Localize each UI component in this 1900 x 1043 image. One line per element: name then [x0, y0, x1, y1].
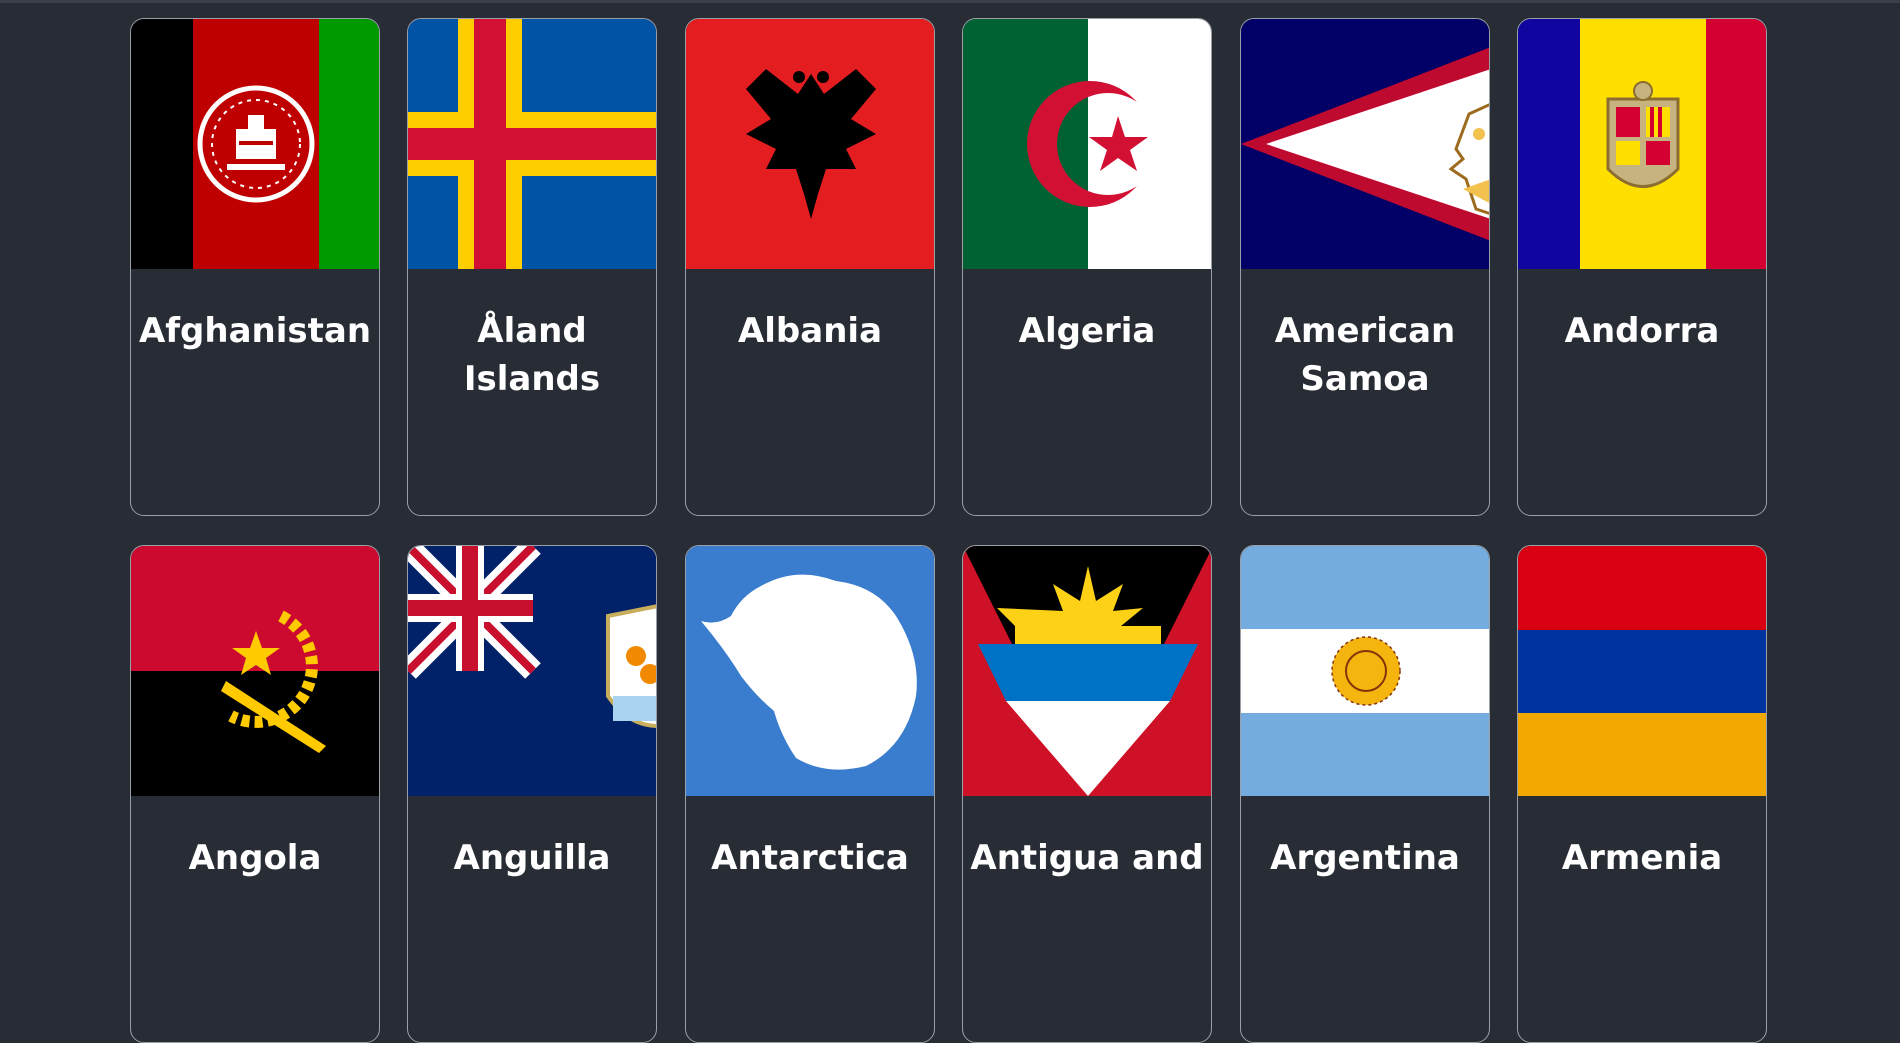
country-card-afghanistan[interactable]: Afghanistan	[130, 18, 380, 516]
country-name: American Samoa	[1274, 311, 1456, 399]
anguilla-flag-icon	[408, 546, 656, 796]
country-name: Albania	[737, 311, 883, 351]
andorra-flag-icon	[1518, 19, 1766, 269]
country-name: Algeria	[1018, 311, 1156, 351]
antarctica-flag-icon	[686, 546, 934, 796]
american-samoa-flag-icon	[1241, 19, 1489, 269]
armenia-flag-icon	[1518, 546, 1766, 796]
country-card-anguilla[interactable]: Anguilla	[407, 545, 657, 1043]
country-card-albania[interactable]: Albania	[685, 18, 935, 516]
country-name: Åland Islands	[463, 311, 601, 399]
country-name: Afghanistan	[138, 311, 372, 351]
country-card-andorra[interactable]: Andorra	[1517, 18, 1767, 516]
country-name: Antarctica	[711, 838, 909, 878]
country-card-antarctica[interactable]: Antarctica	[685, 545, 935, 1043]
country-card-argentina[interactable]: Argentina	[1240, 545, 1490, 1043]
country-name: Argentina	[1270, 838, 1460, 878]
albania-flag-icon	[686, 19, 934, 269]
country-card-antigua-and-barbuda[interactable]: Antigua and	[962, 545, 1212, 1043]
antigua-and-barbuda-flag-icon	[963, 546, 1211, 796]
country-name: Anguilla	[453, 838, 611, 878]
country-name: Angola	[188, 838, 322, 878]
algeria-flag-icon	[963, 19, 1211, 269]
aland-islands-flag-icon	[408, 19, 656, 269]
country-grid: Afghanistan Åland Islands Albania Algeri…	[0, 0, 1900, 1043]
country-card-american-samoa[interactable]: American Samoa	[1240, 18, 1490, 516]
country-name: Andorra	[1564, 311, 1720, 351]
country-name: Armenia	[1561, 838, 1723, 878]
country-name: Antigua and	[970, 838, 1204, 878]
afghanistan-flag-icon	[131, 19, 379, 269]
country-card-algeria[interactable]: Algeria	[962, 18, 1212, 516]
argentina-flag-icon	[1241, 546, 1489, 796]
country-card-angola[interactable]: Angola	[130, 545, 380, 1043]
country-card-armenia[interactable]: Armenia	[1517, 545, 1767, 1043]
country-card-aland-islands[interactable]: Åland Islands	[407, 18, 657, 516]
angola-flag-icon	[131, 546, 379, 796]
